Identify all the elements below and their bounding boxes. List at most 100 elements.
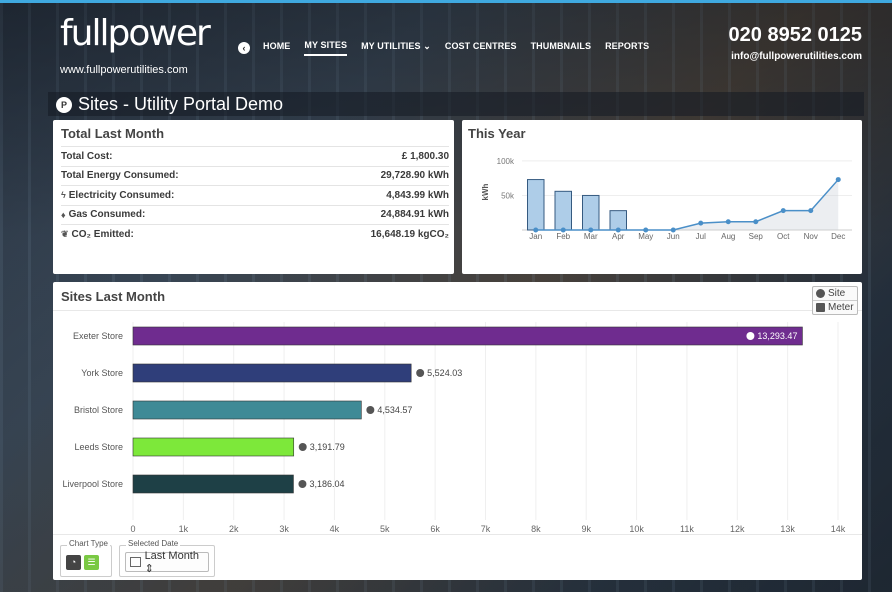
x-tick-label: 14k <box>831 524 846 534</box>
fullpower-logo[interactable]: fullpower <box>60 13 211 54</box>
data-point <box>725 219 731 225</box>
nav-my-utilities[interactable]: MY UTILITIES ⌄ <box>361 41 431 56</box>
x-tick-label: Sep <box>749 232 764 241</box>
gas-pin-icon: P <box>56 96 72 113</box>
x-tick-label: 9k <box>581 524 591 534</box>
category-label: Bristol Store <box>74 405 123 415</box>
back-icon[interactable]: ‹ <box>238 42 250 54</box>
email-link[interactable]: info@fullpowerutilities.com <box>731 51 862 62</box>
totals-table: Total Cost: £ 1,800.30 Total Energy Cons… <box>61 146 449 244</box>
bar <box>132 326 803 346</box>
y-axis-label: kWh <box>481 183 490 200</box>
gas-pin-icon <box>366 406 375 414</box>
bar <box>132 474 294 494</box>
row-value: £ 1,800.30 <box>401 150 449 162</box>
main-nav: ‹ HOME MY SITES MY UTILITIES ⌄ COST CENT… <box>238 40 663 56</box>
nav-thumbnails[interactable]: THUMBNAILS <box>531 41 592 55</box>
row-value: 4,843.99 kWh <box>386 189 449 201</box>
x-tick-label: 12k <box>730 524 745 534</box>
page-title-text: Sites - Utility Portal Demo <box>78 94 284 114</box>
row-value: 16,648.19 kgCO₂ <box>370 228 449 240</box>
bar-chart-button[interactable]: ☰ <box>84 555 99 570</box>
nav-cost-centres[interactable]: COST CENTRES <box>445 41 517 55</box>
table-row: ❦ CO₂ Emitted: 16,648.19 kgCO₂ <box>61 224 449 244</box>
x-tick-label: Dec <box>831 232 845 241</box>
x-tick-label: 7k <box>481 524 491 534</box>
x-tick-label: Aug <box>721 232 735 241</box>
row-label: Total Cost: <box>61 150 113 162</box>
line-area <box>535 179 839 230</box>
row-label-group: ϟ Electricity Consumed: <box>61 190 174 201</box>
category-label: Exeter Store <box>73 331 123 341</box>
row-value: 29,728.90 kWh <box>380 170 449 182</box>
row-label: Gas Consumed: <box>68 209 146 221</box>
logo-text: fullpower <box>60 13 211 54</box>
category-label: Leeds Store <box>74 442 123 452</box>
table-row: ♦ Gas Consumed: 24,884.91 kWh <box>61 204 449 225</box>
chart-type-group: Chart Type ◔ ☰ <box>60 539 112 577</box>
x-tick-label: 5k <box>380 524 390 534</box>
x-tick-label: 0 <box>130 524 135 534</box>
nav-home[interactable]: HOME <box>263 41 290 55</box>
bar <box>132 400 362 420</box>
chart-type-label: Chart Type <box>67 539 110 548</box>
row-label: Electricity Consumed: <box>68 189 175 201</box>
table-row: Total Energy Consumed: 29,728.90 kWh <box>61 165 449 186</box>
data-point <box>780 208 786 214</box>
sites-last-month-panel: Sites Last Month Site Meter 0 1k 2k 3k 4k 5k 6… <box>53 282 862 580</box>
x-tick-label: 8k <box>531 524 541 534</box>
this-year-panel: This Year 50k 100k kWh Jan Feb Mar Apr May Jun Ju… <box>462 120 862 274</box>
x-tick-label: May <box>638 232 653 241</box>
footprint-icon: ❦ <box>61 228 69 239</box>
flame-icon: ♦ <box>61 209 66 220</box>
x-tick-label: 2k <box>229 524 239 534</box>
data-point <box>835 177 841 183</box>
gas-pin-icon <box>416 369 425 377</box>
x-tick-label: Jun <box>667 232 680 241</box>
x-tick-label: 11k <box>680 524 694 534</box>
data-label: 13,293.47 <box>757 331 797 341</box>
x-tick-label: 3k <box>279 524 289 534</box>
data-label: 4,534.57 <box>377 405 412 415</box>
view-toggle: Site Meter <box>812 286 858 315</box>
nav-reports[interactable]: REPORTS <box>605 41 649 55</box>
table-row: Total Cost: £ 1,800.30 <box>61 146 449 166</box>
bar <box>527 179 545 231</box>
x-tick-label: 13k <box>780 524 795 534</box>
x-tick-label: Nov <box>804 232 818 241</box>
gas-pin-icon <box>298 443 307 451</box>
x-tick-label: 4k <box>330 524 340 534</box>
y-tick-label: 100k <box>497 157 515 166</box>
gas-pin-icon <box>298 480 307 488</box>
calendar-icon <box>130 557 141 567</box>
x-tick-label: Oct <box>777 232 790 241</box>
divider <box>53 310 862 311</box>
total-last-month-title: Total Last Month <box>61 126 165 141</box>
x-tick-label: 6k <box>430 524 440 534</box>
date-select[interactable]: Last Month ⇕ <box>125 550 209 575</box>
x-tick-label: Feb <box>556 232 570 241</box>
data-point <box>698 220 704 226</box>
row-label: Total Energy Consumed: <box>61 170 179 182</box>
x-tick-label: Apr <box>612 232 625 241</box>
data-point <box>808 208 814 214</box>
row-label: CO₂ Emitted: <box>71 228 134 240</box>
page-title: P Sites - Utility Portal Demo <box>56 94 283 115</box>
sites-last-month-title: Sites Last Month <box>61 289 166 304</box>
x-tick-label: Mar <box>584 232 598 241</box>
site-view-button[interactable]: Site <box>813 287 857 300</box>
selected-date-group: Selected Date Last Month ⇕ <box>119 539 215 577</box>
category-label: Liverpool Store <box>62 479 123 489</box>
row-value: 24,884.91 kWh <box>380 209 449 221</box>
nav-my-sites[interactable]: MY SITES <box>304 40 348 56</box>
bar <box>554 190 572 231</box>
y-tick-label: 50k <box>501 191 515 200</box>
this-year-chart: 50k 100k kWh Jan Feb Mar Apr May Jun Jul Aug Sep Oct… <box>481 157 852 241</box>
x-tick-label: 1k <box>179 524 189 534</box>
x-tick-label: Jul <box>696 232 706 241</box>
row-label-group: ♦ Gas Consumed: <box>61 209 145 220</box>
bar <box>132 363 412 383</box>
site-url[interactable]: www.fullpowerutilities.com <box>60 64 188 76</box>
sites-bar-chart: 0 1k 2k 3k 4k 5k 6k 7k 8k 9k 10k 11k 12k 13k 14k Exeter… <box>62 322 846 534</box>
pie-chart-button[interactable]: ◔ <box>66 555 81 570</box>
